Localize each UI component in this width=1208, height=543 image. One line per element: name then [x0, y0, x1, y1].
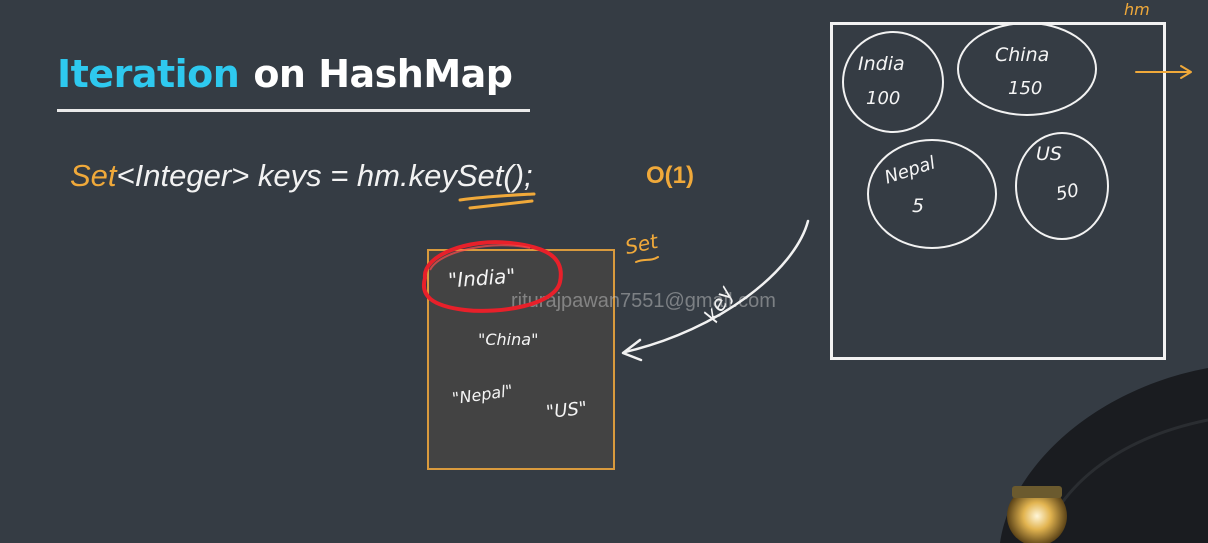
- set-label-underline: [635, 256, 659, 263]
- hm-circle-india: [842, 31, 944, 133]
- keyset-underline-1: [458, 192, 536, 202]
- hm-circle-china: [957, 22, 1097, 116]
- highlight-circle-glow: [429, 244, 531, 271]
- keyset-underline-2: [468, 199, 534, 210]
- lamp-cap: [1012, 486, 1062, 498]
- highlight-circle: [421, 240, 563, 313]
- annotation-layer: [421, 22, 1208, 543]
- key-arrow: [623, 219, 810, 354]
- hm-circle-us: [1015, 132, 1109, 240]
- hm-circle-nepal: [867, 139, 997, 249]
